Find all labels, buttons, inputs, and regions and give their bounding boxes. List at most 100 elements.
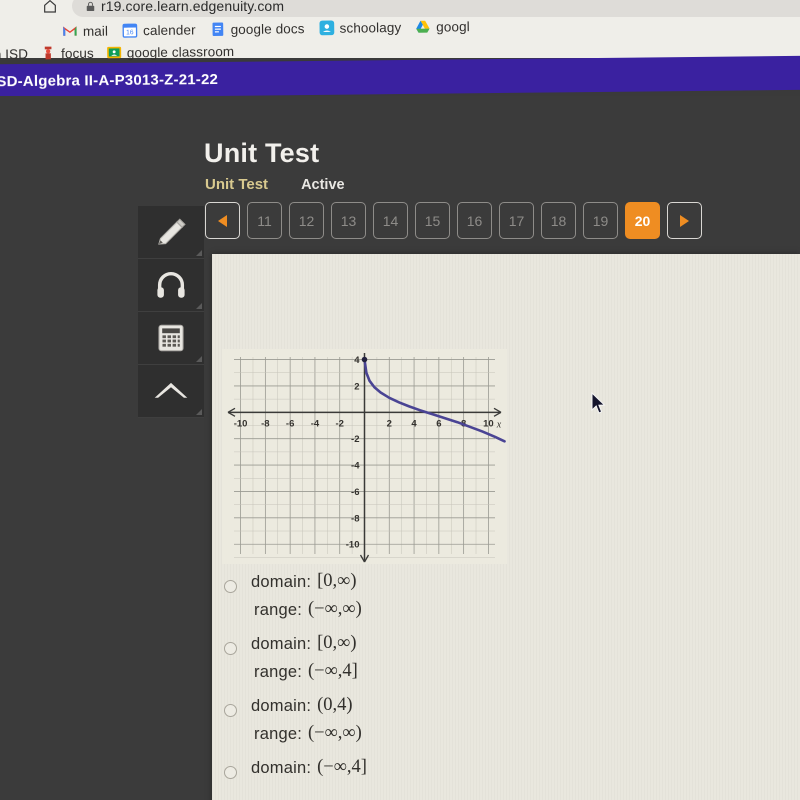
tool-audio-button[interactable] [138,259,204,312]
option-d[interactable]: domain: (−∞,4] [224,757,784,779]
chevron-right-icon [680,214,689,227]
pagination-page-18[interactable]: 18 [541,202,576,239]
gmail-icon [63,26,77,36]
mouse-cursor [591,392,606,414]
radio-option-a[interactable] [224,580,237,593]
bookmark-label: calender [142,21,196,38]
url-text: r19.core.learn.edgenuity.com [101,0,285,14]
svg-text:-10: -10 [234,418,248,429]
option-c-range: range: (−∞,∞) [251,723,362,745]
status-badge: Active [301,177,345,193]
svg-text:-4: -4 [311,418,320,429]
screenshot-root: r19.core.learn.edgenuity.com mail 16 cal… [0,0,800,800]
google-docs-icon [212,22,224,36]
range-label: range: [254,725,302,743]
bookmark-schoolagy[interactable]: schoolagy [318,19,401,36]
lesson-label: Unit Test [205,176,269,193]
option-c[interactable]: domain: (0,4) range: (−∞,∞) [224,695,784,745]
bookmark-google-drive[interactable]: googl [415,18,470,35]
bookmarks-row-top: mail 16 calender google docs schoolagy g… [62,18,470,39]
svg-text:-8: -8 [261,418,269,429]
svg-text:2: 2 [354,381,359,392]
pagination-page-12[interactable]: 12 [289,202,324,239]
svg-text:4: 4 [354,355,360,366]
pagination: 11 12 13 14 15 16 17 18 19 20 [205,202,702,239]
pagination-page-15[interactable]: 15 [415,202,450,239]
calculator-icon [158,324,184,352]
pagination-page-17[interactable]: 17 [499,202,534,239]
google-classroom-icon [106,46,121,59]
answer-options: domain: [0,∞) range: (−∞,∞) domain: [0,∞… [224,571,784,792]
bookmark-mail[interactable]: mail [62,23,108,40]
range-value: (−∞,4] [308,661,358,681]
bookmark-google-classroom[interactable]: google classroom [106,43,235,61]
question-panel: -10 -8 -6 -4 -2 2 4 6 8 10 4 2 -2 -4 -6 -8 -10 x domain: … [212,254,800,800]
tool-scroll-up-button[interactable] [138,365,204,418]
bookmark-google-docs[interactable]: google docs [210,20,305,37]
domain-label: domain: [251,759,312,777]
range-label: range: [254,663,302,681]
svg-text:16: 16 [126,29,134,36]
bookmark-label: on ISD [0,46,29,62]
bookmark-isd[interactable]: on ISD [0,46,28,62]
pencil-icon [158,218,186,245]
option-b-text: domain: [0,∞) range: (−∞,4] [251,633,358,683]
domain-value: (−∞,4] [317,757,367,777]
bookmarks-bar: mail 16 calender google docs schoolagy g… [0,11,800,63]
pagination-page-16[interactable]: 16 [457,202,492,239]
radio-option-d[interactable] [224,766,237,779]
page-subheader: Unit Test Active [205,176,345,193]
svg-text:6: 6 [436,418,441,429]
svg-text:-10: -10 [346,540,360,551]
bookmarks-row-bottom: on ISD focus [0,43,234,62]
option-b-range: range: (−∞,4] [251,661,358,683]
home-icon[interactable] [42,0,58,14]
domain-value: (0,4) [317,695,353,715]
course-banner: ISD-Algebra II-A-P3013-Z-21-22 [0,55,800,99]
focus-icon [44,46,52,60]
radio-option-b[interactable] [224,642,237,655]
google-drive-icon [416,20,430,33]
option-b[interactable]: domain: [0,∞) range: (−∞,4] [224,633,784,683]
bookmark-calender[interactable]: 16 calender [122,21,196,38]
svg-text:-6: -6 [286,418,294,429]
option-b-domain: domain: [0,∞) [251,633,358,655]
pagination-page-14[interactable]: 14 [373,202,408,239]
svg-text:-2: -2 [335,418,343,429]
domain-value: [0,∞) [317,633,357,653]
bookmark-label: mail [82,23,109,39]
pagination-page-20-current[interactable]: 20 [625,202,660,239]
pagination-page-11[interactable]: 11 [247,202,282,239]
option-c-domain: domain: (0,4) [251,695,362,717]
tool-rail [138,206,204,418]
option-d-text: domain: (−∞,4] [251,757,367,779]
bookmark-label: schoolagy [339,19,402,36]
tool-pencil-button[interactable] [138,206,204,259]
domain-label: domain: [251,635,312,653]
bookmark-label: googl [436,18,470,35]
option-d-domain: domain: (−∞,4] [251,757,367,779]
svg-text:-4: -4 [351,461,360,472]
bookmark-label: google docs [230,20,305,37]
chevron-left-icon [218,214,227,227]
pagination-page-19[interactable]: 19 [583,202,618,239]
radio-option-c[interactable] [224,704,237,717]
pagination-page-13[interactable]: 13 [331,202,366,239]
schoology-icon [319,20,334,36]
option-a-range: range: (−∞,∞) [251,599,362,621]
range-value: (−∞,∞) [308,723,362,743]
svg-text:-2: -2 [351,434,359,445]
pagination-next-button[interactable] [667,202,702,239]
pagination-prev-button[interactable] [205,202,240,239]
domain-label: domain: [251,573,312,591]
option-a[interactable]: domain: [0,∞) range: (−∞,∞) [224,571,784,621]
bookmark-focus[interactable]: focus [40,45,94,62]
svg-text:x: x [496,419,502,430]
headphones-icon [157,272,185,298]
option-a-domain: domain: [0,∞) [251,571,362,593]
app-body: Unit Test Unit Test Active 11 12 13 14 1… [0,96,800,800]
domain-label: domain: [251,697,312,715]
graph-svg: -10 -8 -6 -4 -2 2 4 6 8 1042-2-4-6-8-10x [222,349,507,564]
function-graph: -10 -8 -6 -4 -2 2 4 6 8 10 4 2 -2 -4 -6 -8 -10 x [222,349,507,564]
tool-calculator-button[interactable] [138,312,204,365]
